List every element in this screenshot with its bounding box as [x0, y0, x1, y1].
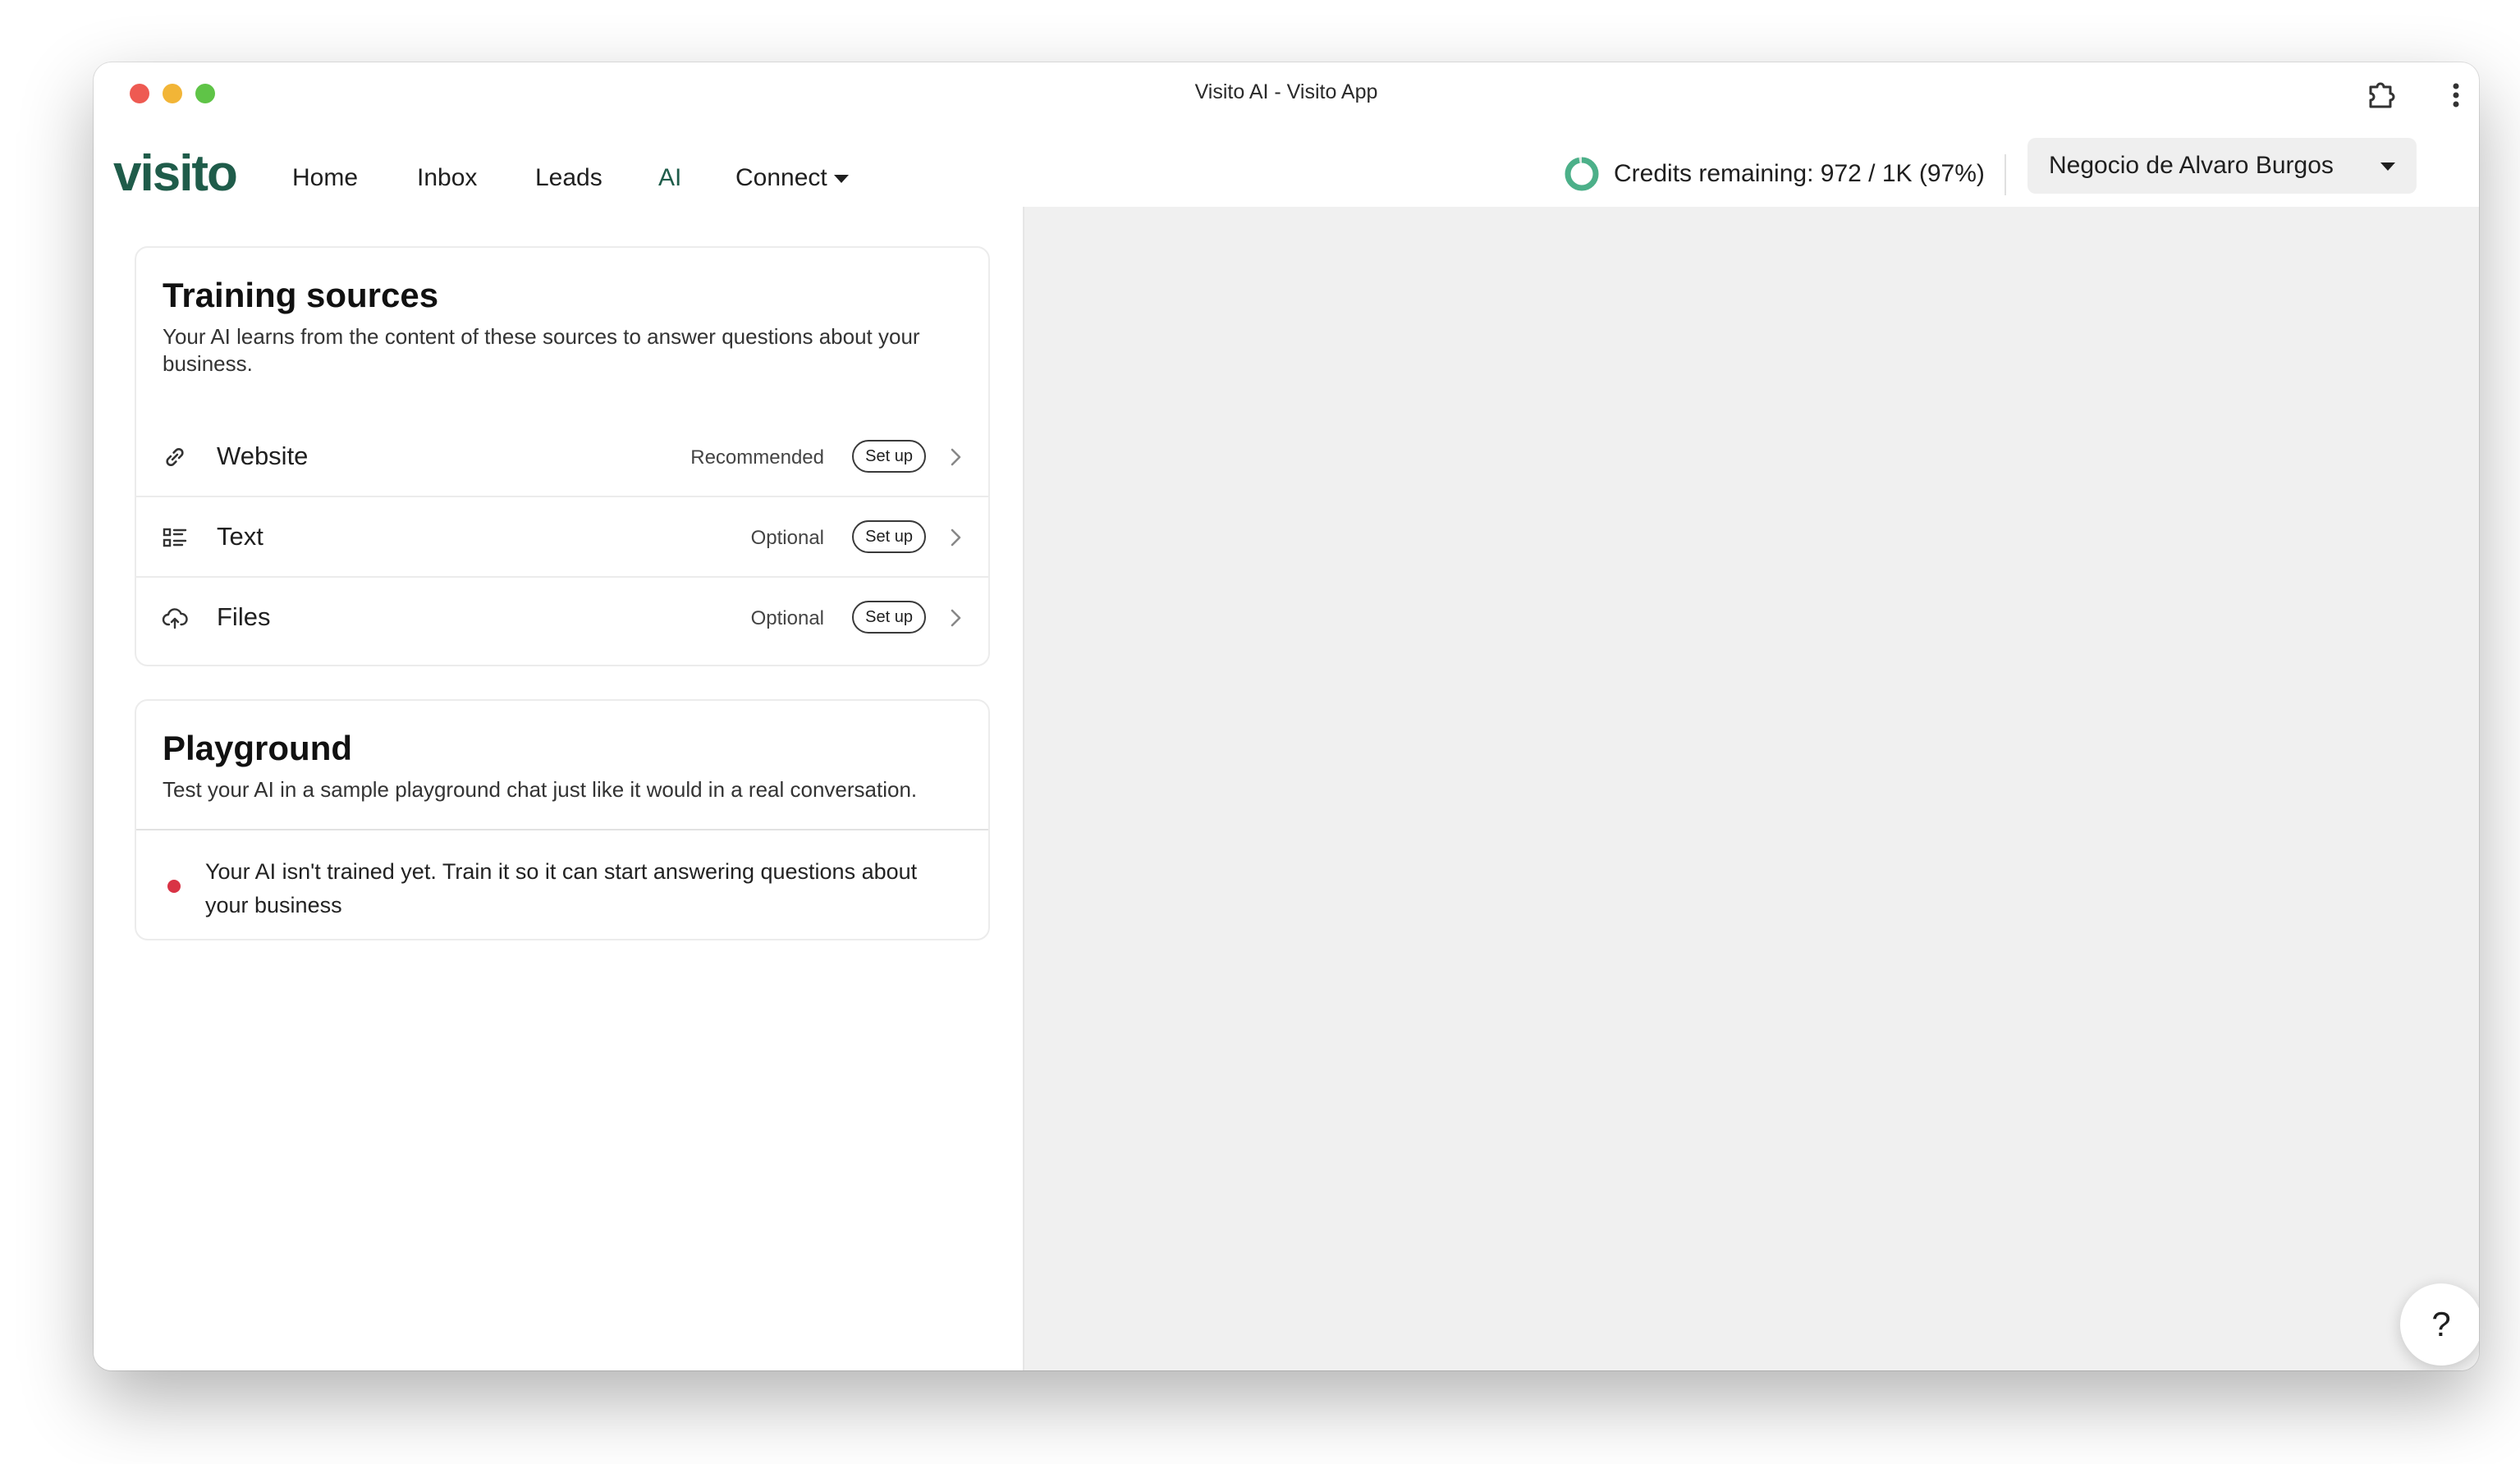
visito-logo[interactable]: visito — [113, 144, 238, 203]
cloud-upload-icon — [162, 608, 188, 629]
setup-button[interactable]: Set up — [852, 440, 926, 473]
source-label: Files — [217, 602, 271, 631]
setup-button[interactable]: Set up — [852, 601, 926, 634]
source-status: Optional — [750, 527, 824, 549]
source-row-website[interactable]: Website Recommended Set up — [136, 417, 988, 497]
chevron-right-icon — [951, 528, 961, 547]
nav-leads[interactable]: Leads — [535, 164, 603, 192]
training-description: Your AI learns from the content of these… — [163, 324, 920, 376]
playground-chat-area — [1024, 207, 2479, 1370]
business-name: Negocio de Alvaro Burgos — [2049, 152, 2334, 179]
playground-status-text: Your AI isn't trained yet. Train it so i… — [205, 859, 918, 917]
source-row-files[interactable]: Files Optional Set up — [136, 578, 988, 658]
chevron-down-icon — [2380, 162, 2395, 171]
source-row-text[interactable]: Text Optional Set up — [136, 497, 988, 578]
more-options-icon[interactable] — [2438, 77, 2474, 113]
window-title: Visito AI - Visito App — [1194, 80, 1378, 103]
credits-ring-icon — [1565, 157, 1599, 191]
chevron-right-icon — [951, 609, 961, 627]
playground-divider — [136, 829, 988, 830]
text-list-icon — [163, 528, 187, 547]
training-sources-card: Training sources Your AI learns from the… — [135, 246, 990, 666]
nav-connect-label: Connect — [735, 164, 827, 191]
credits-indicator: Credits remaining: 972 / 1K (97%) — [1563, 148, 1985, 200]
link-icon — [166, 447, 184, 467]
extension-icon[interactable] — [2362, 77, 2399, 113]
credits-text: Credits remaining: 972 / 1K (97%) — [1614, 160, 1985, 187]
training-title: Training sources — [163, 276, 439, 314]
nav-home[interactable]: Home — [292, 164, 358, 192]
title-bar: Visito AI - Visito App — [94, 62, 2479, 128]
business-selector[interactable]: Negocio de Alvaro Burgos — [2027, 138, 2417, 194]
chevron-down-icon — [833, 175, 849, 184]
left-panel: Training sources Your AI learns from the… — [94, 207, 1024, 1370]
app-window: Visito AI - Visito App visito Home Inbox… — [94, 62, 2479, 1370]
playground-title: Playground — [163, 729, 353, 767]
chevron-right-icon — [951, 448, 961, 466]
setup-button[interactable]: Set up — [852, 520, 926, 553]
source-status: Recommended — [690, 446, 824, 469]
source-status: Optional — [750, 607, 824, 629]
playground-card: Playground Test your AI in a sample play… — [135, 699, 990, 940]
source-label: Website — [217, 441, 309, 470]
nav-divider — [2005, 154, 2006, 195]
not-trained-status-dot — [167, 880, 181, 893]
playground-description: Test your AI in a sample playground chat… — [163, 777, 918, 802]
nav-connect[interactable]: Connect — [735, 164, 849, 192]
nav-inbox[interactable]: Inbox — [417, 164, 477, 192]
nav-ai[interactable]: AI — [658, 164, 681, 192]
source-label: Text — [217, 522, 263, 551]
help-button[interactable]: ? — [2400, 1283, 2479, 1366]
